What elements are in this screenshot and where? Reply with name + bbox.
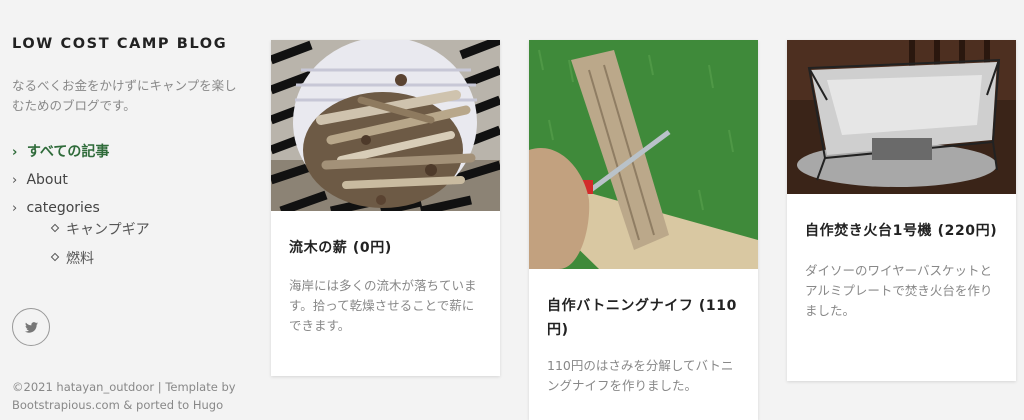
diamond-bullet-icon bbox=[50, 252, 60, 262]
footer-copyright: ©2021 hatayan_outdoor | Template by bbox=[12, 380, 236, 394]
sidebar: LOW COST CAMP BLOG なるべくお金をかけずにキャンプを楽しむため… bbox=[12, 36, 242, 412]
category-label: 燃料 bbox=[66, 251, 94, 267]
nav-item-about[interactable]: › About bbox=[12, 166, 242, 194]
diamond-bullet-icon bbox=[50, 223, 60, 233]
post-thumbnail[interactable] bbox=[271, 40, 500, 211]
category-label: キャンプギア bbox=[66, 222, 150, 238]
nav-item-label: すべての記事 bbox=[26, 144, 110, 160]
nav-item-label: About bbox=[26, 172, 68, 188]
twitter-button[interactable] bbox=[12, 308, 50, 346]
nav-item-label: categories bbox=[26, 200, 100, 216]
chevron-right-icon: › bbox=[12, 201, 18, 216]
chevron-right-icon: › bbox=[12, 145, 18, 160]
footer: ©2021 hatayan_outdoor | Template by Boot… bbox=[12, 378, 236, 414]
post-thumbnail[interactable] bbox=[787, 40, 1016, 194]
nav-item-all-posts[interactable]: › すべての記事 bbox=[12, 138, 242, 166]
post-excerpt: 110円のはさみを分解してバトニングナイフを作りました。 bbox=[547, 358, 734, 393]
post-title[interactable]: 自作バトニングナイフ (110円) bbox=[529, 294, 758, 342]
post-card-driftwood[interactable]: 流木の薪 (0円) 海岸には多くの流木が落ちています。拾って乾燥させることで薪に… bbox=[271, 40, 500, 376]
category-item-fuel[interactable]: 燃料 bbox=[12, 245, 242, 274]
site-description: なるべくお金をかけずにキャンプを楽しむためのブログです。 bbox=[12, 78, 237, 113]
post-card-batoning-knife[interactable]: 自作バトニングナイフ (110円) 110円のはさみを分解してバトニングナイフを… bbox=[529, 40, 758, 420]
twitter-icon bbox=[24, 321, 38, 333]
category-list: キャンプギア 燃料 bbox=[12, 216, 242, 274]
post-excerpt: ダイソーのワイヤーバスケットとアルミプレートで焚き火台を作りました。 bbox=[805, 263, 993, 318]
site-title[interactable]: LOW COST CAMP BLOG bbox=[12, 36, 242, 52]
post-thumbnail[interactable] bbox=[529, 40, 758, 269]
post-excerpt: 海岸には多くの流木が落ちています。拾って乾燥させることで薪にできます。 bbox=[289, 278, 477, 333]
chevron-right-icon: › bbox=[12, 173, 18, 188]
footer-credits[interactable]: Bootstrapious.com & ported to Hugo bbox=[12, 396, 236, 414]
post-card-fire-stand[interactable]: 自作焚き火台1号機 (220円) ダイソーのワイヤーバスケットとアルミプレートで… bbox=[787, 40, 1016, 381]
post-title[interactable]: 流木の薪 (0円) bbox=[271, 236, 500, 260]
sidebar-nav: › すべての記事 › About › categories キャンプギア 燃料 bbox=[12, 138, 242, 274]
post-title[interactable]: 自作焚き火台1号機 (220円) bbox=[787, 219, 1016, 243]
